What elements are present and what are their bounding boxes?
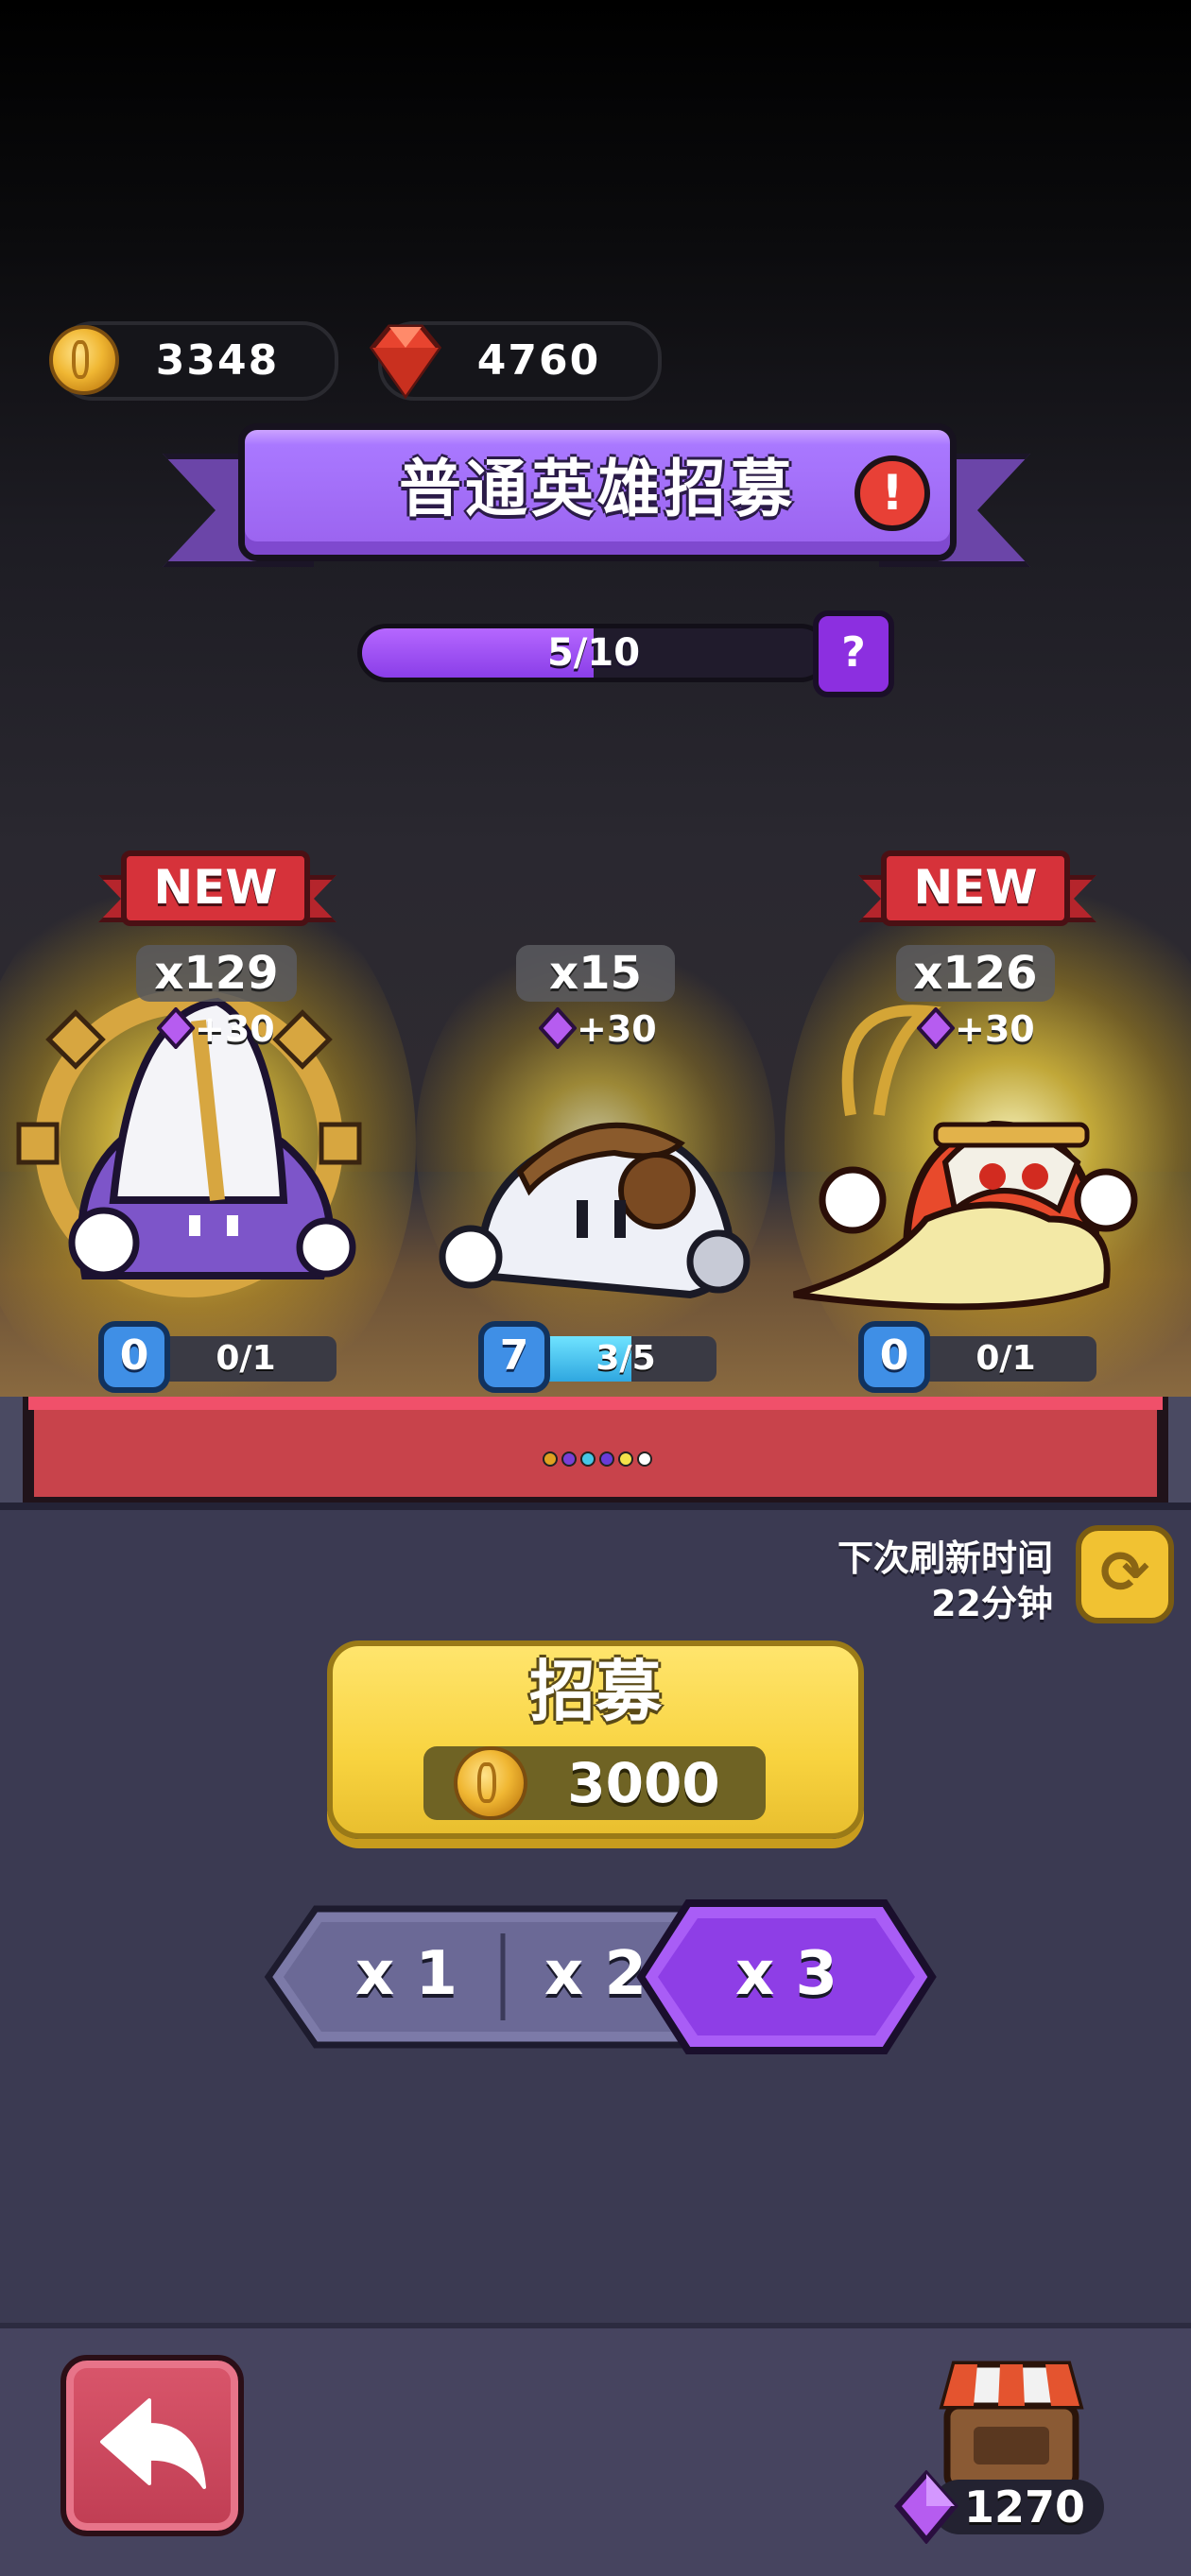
gem-bonus: +30 <box>577 1008 657 1050</box>
hero-level: 7 <box>478 1321 550 1393</box>
purple-gem-icon <box>917 1007 955 1049</box>
platform-edge <box>0 1397 28 1503</box>
gem-bonus: +30 <box>955 1008 1035 1050</box>
shard-count: 0/1 <box>216 1339 276 1378</box>
recruit-button-label: 招募 <box>529 1653 662 1730</box>
shard-count: 3/5 <box>596 1339 656 1378</box>
page-dot <box>543 1451 558 1467</box>
info-alert-button[interactable]: ! <box>854 455 930 531</box>
back-button[interactable] <box>60 2355 244 2536</box>
hero-duplicate-count: x129 <box>136 945 297 1002</box>
refresh-label: 下次刷新时间 <box>837 1537 1053 1579</box>
gold-coin-icon <box>454 1746 527 1820</box>
hero-duplicate-count: x126 <box>896 945 1055 1002</box>
hero-knight-image <box>439 1122 751 1299</box>
shard-count: 0/1 <box>975 1339 1036 1378</box>
hero-duplicate-count: x15 <box>516 945 675 1002</box>
purple-gem-icon <box>539 1007 577 1049</box>
platform-edge <box>1163 1397 1191 1503</box>
page-title: 普通英雄招募 <box>399 453 796 525</box>
recruit-progress-text: 5/10 <box>546 631 641 675</box>
page-dot <box>599 1451 614 1467</box>
refresh-button[interactable]: ⟳ <box>1076 1525 1174 1623</box>
multiplier-option-x1[interactable]: x 1 <box>312 1913 501 2035</box>
refresh-timer: 22分钟 <box>931 1583 1053 1624</box>
purple-gem-icon <box>894 2470 958 2544</box>
gold-coin-icon <box>49 325 119 395</box>
page-dot <box>561 1451 577 1467</box>
help-button[interactable]: ? <box>813 610 894 697</box>
purple-gem-icon <box>157 1007 195 1049</box>
gold-amount: 3348 <box>155 336 280 385</box>
page-dot <box>618 1451 633 1467</box>
refresh-icon: ⟳ <box>1100 1537 1149 1606</box>
hero-level: 0 <box>858 1321 930 1393</box>
gem-bonus: +30 <box>195 1008 275 1050</box>
ruby-icon <box>369 324 442 400</box>
hero-level: 0 <box>98 1321 170 1393</box>
recruit-cost: 3000 <box>567 1751 720 1815</box>
page-indicator <box>543 1450 656 1468</box>
page-dot <box>580 1451 596 1467</box>
new-badge: NEW <box>881 850 1070 926</box>
new-badge: NEW <box>121 850 310 926</box>
exclamation-icon: ! <box>881 465 904 522</box>
platform-highlight <box>28 1397 1163 1410</box>
question-mark-icon: ? <box>841 628 866 677</box>
ruby-amount: 4760 <box>476 336 601 385</box>
page-dot <box>637 1451 652 1467</box>
multiplier-option-x3[interactable]: x 3 <box>692 1913 881 2035</box>
divider <box>0 1503 1191 1510</box>
back-arrow-icon <box>100 2398 206 2489</box>
multiplier-option-x2[interactable]: x 2 <box>501 1913 690 2035</box>
